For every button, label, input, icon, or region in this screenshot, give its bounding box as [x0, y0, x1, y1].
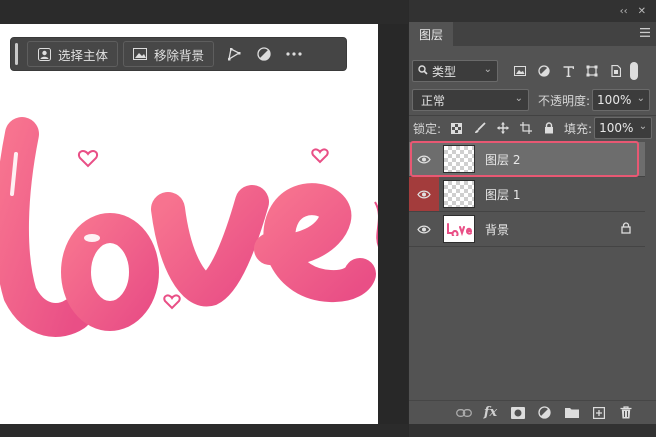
visibility-eye-icon[interactable] — [409, 142, 439, 176]
panel-header-bar: ‹‹ ✕ — [409, 0, 656, 22]
chevron-down-icon: ⌄ — [638, 121, 648, 132]
document-canvas[interactable] — [0, 24, 378, 424]
search-icon — [418, 64, 428, 78]
lock-row: 锁定: 填充: 100% ⌄ — [413, 117, 655, 139]
lock-artboard-icon[interactable] — [514, 118, 537, 138]
collapse-panel-icon[interactable]: ‹‹ — [620, 6, 628, 17]
pasteboard — [378, 24, 408, 424]
visibility-eye-icon[interactable] — [409, 177, 439, 211]
smart-object-filter-icon[interactable] — [604, 60, 628, 82]
layers-panel: ‹‹ ✕ 图层 类型 ⌄ 正常 ⌄ 不透明度: 100% ⌄ 锁定: 填充: 1… — [408, 0, 656, 437]
panel-tab-bar: 图层 — [409, 22, 656, 46]
layer-name[interactable]: 背景 — [485, 221, 509, 238]
remove-background-button[interactable]: 移除背景 — [123, 41, 215, 67]
filter-kind-select[interactable]: 类型 ⌄ — [412, 60, 498, 82]
type-filter-icon[interactable] — [556, 60, 580, 82]
filter-kind-value: 类型 — [432, 64, 457, 79]
photoshop-window: 选择主体 移除背景 ‹‹ ✕ 图层 类型 ⌄ 正常 ⌄ 不透明度: 100% ⌄… — [0, 0, 656, 437]
layers-bottom-toolbar: fx — [409, 400, 656, 424]
blend-mode-value: 正常 — [421, 93, 446, 108]
lock-image-pixels-icon[interactable] — [468, 118, 491, 138]
opacity-value: 100% — [597, 93, 632, 107]
blend-row: 正常 ⌄ 不透明度: 100% ⌄ — [412, 88, 654, 112]
lock-transparent-pixels-icon[interactable] — [445, 118, 468, 138]
close-panel-icon[interactable]: ✕ — [638, 6, 646, 17]
chevron-down-icon: ⌄ — [514, 93, 523, 104]
filter-toggle-switch[interactable] — [630, 62, 638, 80]
layer-thumbnail — [443, 215, 475, 243]
fx-icon[interactable]: fx — [477, 403, 504, 423]
visibility-eye-icon[interactable] — [409, 212, 439, 246]
layer-row[interactable]: 图层 1 — [409, 177, 645, 212]
love-artwork — [0, 117, 378, 337]
taskbar-grip-handle[interactable] — [15, 43, 18, 65]
adjustment-icon[interactable] — [531, 403, 558, 423]
layer-name[interactable]: 图层 2 — [485, 151, 520, 168]
new-layer-icon[interactable] — [585, 403, 612, 423]
fill-field[interactable]: 100% ⌄ — [594, 117, 653, 139]
document-bottom-strip — [0, 424, 408, 437]
panel-divider — [409, 115, 656, 116]
remove-background-label: 移除背景 — [154, 47, 205, 63]
layer-row[interactable]: 图层 2 — [409, 142, 645, 177]
panel-footer-strip — [409, 424, 656, 437]
person-icon — [37, 47, 51, 61]
chevron-down-icon: ⌄ — [636, 93, 646, 104]
adjustment-filter-icon[interactable] — [532, 60, 556, 82]
panel-menu-icon[interactable] — [640, 28, 650, 38]
layer-row[interactable]: 背景 — [409, 212, 645, 247]
filter-row: 类型 ⌄ — [412, 59, 654, 83]
layer-lock-icon[interactable] — [621, 222, 631, 237]
tab-layers[interactable]: 图层 — [409, 22, 454, 46]
select-subject-button[interactable]: 选择主体 — [27, 41, 119, 67]
image-filter-icon[interactable] — [508, 60, 532, 82]
shape-filter-icon[interactable] — [580, 60, 604, 82]
lock-position-icon[interactable] — [491, 118, 514, 138]
fill-value: 100% — [599, 121, 634, 135]
lock-all-icon[interactable] — [537, 118, 560, 138]
chevron-down-icon: ⌄ — [483, 64, 492, 75]
blend-mode-select[interactable]: 正常 ⌄ — [412, 89, 529, 111]
fill-label: 填充: — [564, 121, 593, 136]
opacity-field[interactable]: 100% ⌄ — [592, 89, 651, 111]
link-icon[interactable] — [450, 403, 477, 423]
trash-icon[interactable] — [612, 403, 639, 423]
folder-icon[interactable] — [558, 403, 585, 423]
layer-thumbnail — [443, 145, 475, 173]
transform-icon[interactable] — [219, 41, 249, 67]
filter-icon-group — [508, 60, 628, 82]
image-icon — [133, 47, 148, 61]
layers-list: 图层 2 图层 1 背景 — [409, 142, 645, 247]
layer-thumbnail — [443, 180, 475, 208]
lock-label: 锁定: — [413, 121, 442, 136]
opacity-label: 不透明度: — [538, 93, 591, 108]
select-subject-label: 选择主体 — [58, 47, 109, 63]
lock-icon-group — [445, 118, 560, 138]
layer-name[interactable]: 图层 1 — [485, 186, 520, 203]
more-options-icon[interactable] — [279, 41, 309, 67]
adjustment-icon[interactable] — [249, 41, 279, 67]
love-thumbnail-image — [447, 223, 473, 236]
document-top-strip — [0, 0, 408, 24]
contextual-task-bar: 选择主体 移除背景 — [10, 37, 347, 71]
mask-icon[interactable] — [504, 403, 531, 423]
